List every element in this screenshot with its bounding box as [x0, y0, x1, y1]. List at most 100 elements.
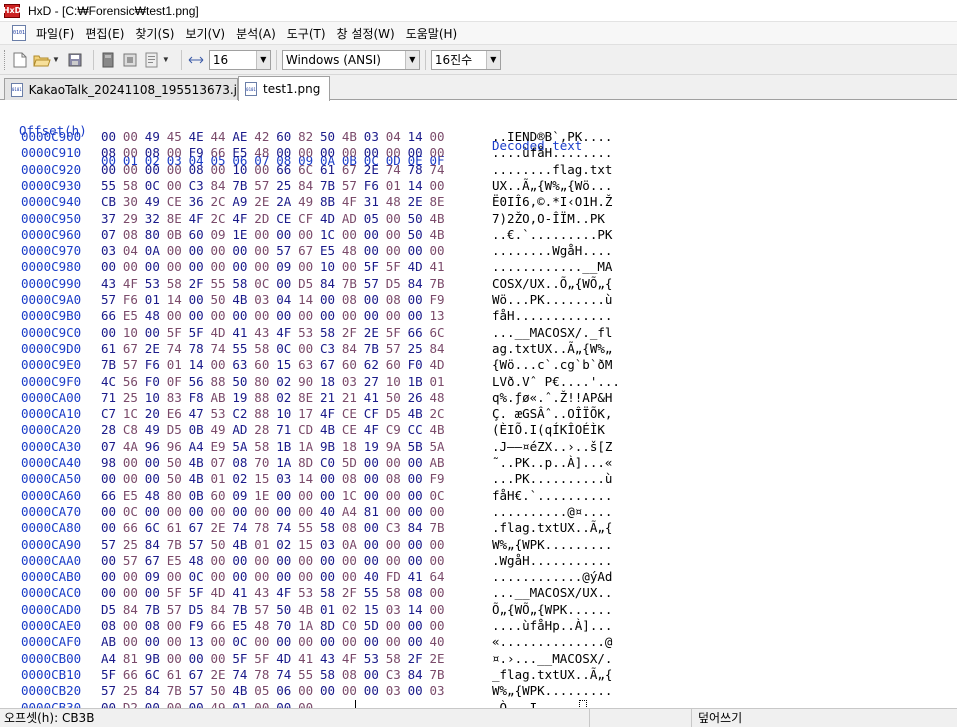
hex-byte[interactable]: 00	[167, 618, 185, 634]
hex-byte[interactable]: 2E	[430, 651, 448, 667]
hex-byte[interactable]: 2C	[211, 211, 229, 227]
hex-byte[interactable]: 48	[430, 390, 448, 406]
decoded-text[interactable]: LVð.Vˆ P€....'...	[492, 374, 620, 390]
new-file-icon[interactable]	[11, 51, 29, 69]
hex-byte[interactable]: 00	[430, 145, 448, 161]
hex-byte[interactable]: 08	[145, 618, 163, 634]
hex-byte[interactable]: 02	[276, 537, 294, 553]
hex-byte[interactable]: 58	[320, 667, 338, 683]
hex-row[interactable]: 0000C920 00 00 00 00 08 00 10 00 66 6C 61 67 2E 74 78 74…	[0, 162, 957, 178]
hex-byte[interactable]: 00	[167, 308, 185, 324]
hex-byte[interactable]: 03	[101, 243, 119, 259]
hex-byte[interactable]: 67	[189, 520, 207, 536]
hex-byte[interactable]: 0B	[167, 227, 185, 243]
hex-byte[interactable]: 4F	[123, 276, 141, 292]
hex-byte[interactable]: 2E	[254, 194, 272, 210]
hex-byte[interactable]: 45	[167, 129, 185, 145]
chevron-down-icon[interactable]: ▼	[485, 50, 500, 69]
hex-byte[interactable]: 00	[364, 537, 382, 553]
hex-byte[interactable]: C3	[320, 341, 338, 357]
hex-byte[interactable]: 01	[211, 471, 229, 487]
hex-byte[interactable]: 2A	[276, 194, 294, 210]
hex-byte[interactable]: 00	[232, 553, 250, 569]
hex-byte[interactable]: 8E	[167, 211, 185, 227]
hex-byte[interactable]: 00	[276, 504, 294, 520]
hex-byte[interactable]: 58	[320, 325, 338, 341]
hex-row[interactable]: 0000C9D0 61 67 2E 74 78 74 55 58 0C 00 C3 84 7B 57 25 84…	[0, 341, 957, 357]
hex-byte[interactable]: 00	[123, 259, 141, 275]
hex-byte[interactable]: 7B	[342, 276, 360, 292]
hex-byte[interactable]: 5D	[342, 455, 360, 471]
decoded-text[interactable]: .WgåH...........	[492, 553, 612, 569]
hex-byte[interactable]: 00	[386, 145, 404, 161]
hex-byte[interactable]: 00	[101, 504, 119, 520]
hex-byte[interactable]: 00	[408, 145, 426, 161]
hex-byte[interactable]: 50	[408, 227, 426, 243]
hex-byte[interactable]: 00	[364, 683, 382, 699]
hex-byte[interactable]: 00	[167, 634, 185, 650]
hex-byte[interactable]: 6C	[145, 520, 163, 536]
hex-byte[interactable]: 64	[430, 569, 448, 585]
hex-byte[interactable]: 00	[145, 259, 163, 275]
hex-row[interactable]: 0000CB10 5F 66 6C 61 67 2E 74 78 74 55 58 08 00 C3 84 7B…	[0, 667, 957, 683]
hex-byte[interactable]: 67	[342, 162, 360, 178]
hex-byte[interactable]: 00	[386, 243, 404, 259]
hex-byte[interactable]: 00	[254, 634, 272, 650]
hex-byte[interactable]: 00	[386, 308, 404, 324]
hex-byte[interactable]: 55	[298, 520, 316, 536]
hex-byte[interactable]: 96	[145, 439, 163, 455]
hex-byte[interactable]: 00	[189, 504, 207, 520]
hex-byte[interactable]: E5	[320, 243, 338, 259]
hex-byte[interactable]: 8E	[298, 390, 316, 406]
hex-byte[interactable]: CE	[342, 406, 360, 422]
hex-byte[interactable]: 15	[364, 602, 382, 618]
menu-tools[interactable]: 도구(T)	[283, 25, 330, 42]
hex-byte[interactable]: 58	[386, 651, 404, 667]
hex-byte[interactable]: 02	[342, 602, 360, 618]
hex-byte[interactable]: 2E	[364, 325, 382, 341]
hex-byte[interactable]: 00	[167, 651, 185, 667]
hex-byte[interactable]: 00	[298, 504, 316, 520]
hex-byte[interactable]: 03	[342, 374, 360, 390]
hex-byte[interactable]: 0C	[123, 504, 141, 520]
hex-byte[interactable]: 00	[298, 634, 316, 650]
offset-base-select[interactable]: 16진수 ▼	[430, 49, 501, 70]
hex-row[interactable]: 0000C9A0 57 F6 01 14 00 50 4B 03 04 14 00 08 00 08 00 F9…	[0, 292, 957, 308]
hex-byte[interactable]: 04	[276, 292, 294, 308]
hex-byte[interactable]: 09	[276, 259, 294, 275]
hex-byte[interactable]: 47	[189, 406, 207, 422]
hex-row[interactable]: 0000CA30 07 4A 96 96 A4 E9 5A 58 1B 1A 9B 18 19 9A 5B 5A…	[0, 439, 957, 455]
hex-byte[interactable]: 00	[320, 683, 338, 699]
hex-byte[interactable]: 2E	[211, 667, 229, 683]
decoded-text[interactable]: (ÈIÕ.I­(qÍKÎOÉÌK	[492, 422, 605, 438]
hex-byte[interactable]: 00	[364, 553, 382, 569]
decoded-text[interactable]: ...__MACOSX/UX..	[492, 585, 612, 601]
hex-byte[interactable]: 60	[386, 357, 404, 373]
hex-byte[interactable]: 00	[145, 504, 163, 520]
hex-byte[interactable]: 00	[342, 634, 360, 650]
hex-byte[interactable]: 0C	[254, 276, 272, 292]
hex-byte[interactable]: 01	[254, 537, 272, 553]
hex-byte[interactable]: 00	[145, 471, 163, 487]
hex-byte[interactable]: 01	[232, 700, 250, 709]
hex-byte[interactable]: 4A	[123, 439, 141, 455]
hex-byte[interactable]: 66	[101, 488, 119, 504]
hex-byte[interactable]: 00	[167, 259, 185, 275]
hex-byte[interactable]: 49	[298, 194, 316, 210]
decoded-text[interactable]: fåH.............	[492, 308, 612, 324]
hex-byte[interactable]: 00	[232, 308, 250, 324]
hex-byte[interactable]: 26	[408, 390, 426, 406]
decoded-text[interactable]: ............__MA	[492, 259, 612, 275]
hex-byte[interactable]: C8	[123, 422, 141, 438]
hex-byte[interactable]: 00	[320, 553, 338, 569]
hex-byte[interactable]: 4F	[320, 406, 338, 422]
decoded-text[interactable]: .J––¤éZX..›..š[Z	[492, 439, 612, 455]
toolbar-grip[interactable]	[4, 49, 7, 70]
hex-byte[interactable]: A4	[189, 439, 207, 455]
hex-byte[interactable]: 10	[386, 374, 404, 390]
hex-byte[interactable]: 00	[145, 634, 163, 650]
hex-byte[interactable]: CE	[276, 211, 294, 227]
hex-byte[interactable]: F8	[189, 390, 207, 406]
decoded-text[interactable]: ..........@¤....	[492, 504, 612, 520]
hex-byte[interactable]: 4F	[276, 325, 294, 341]
